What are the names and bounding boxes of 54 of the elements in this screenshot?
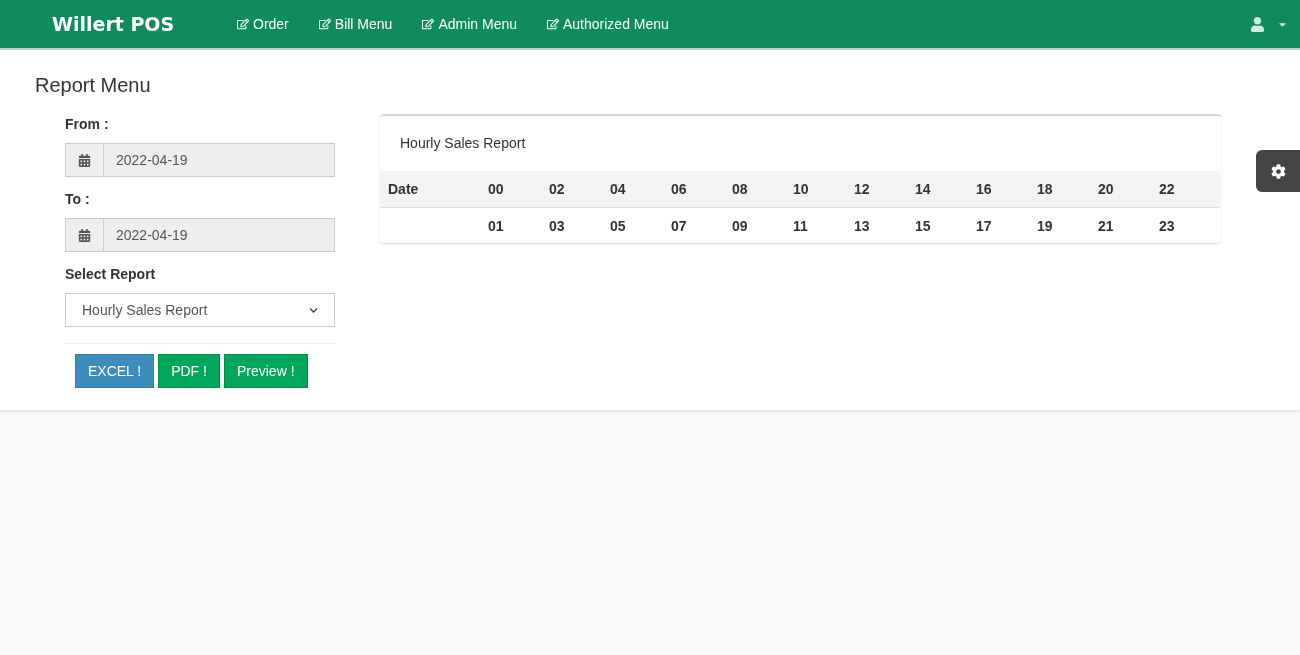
table-cell-text: 05 bbox=[610, 216, 627, 236]
page-title: Report Menu bbox=[35, 73, 151, 98]
table-cell-text: 07 bbox=[671, 216, 688, 236]
action-button[interactable]: EXCEL ! bbox=[75, 354, 155, 388]
column-header: 00 bbox=[488, 171, 549, 208]
column-header: 04 bbox=[610, 171, 671, 208]
settings-button[interactable] bbox=[1256, 150, 1300, 192]
table-cell-text: 19 bbox=[1037, 216, 1054, 236]
field-label: Select Report bbox=[65, 265, 156, 284]
table-cell-text: 01 bbox=[488, 216, 505, 236]
column-header: 12 bbox=[854, 171, 915, 208]
table-cell-text: 21 bbox=[1098, 216, 1115, 236]
to-date: 2022-04-19 bbox=[115, 225, 189, 245]
nav-link[interactable]: Order bbox=[222, 13, 304, 35]
user-menu-button[interactable] bbox=[1250, 16, 1288, 32]
column-header: 22 bbox=[1159, 171, 1220, 208]
column-header: 06 bbox=[671, 171, 732, 208]
settings-icon bbox=[1270, 163, 1286, 179]
column-header: 16 bbox=[976, 171, 1037, 208]
table-cell-text: 17 bbox=[976, 216, 993, 236]
column-header: 18 bbox=[1037, 171, 1098, 208]
user-icon bbox=[1250, 16, 1265, 32]
card-title: Hourly Sales Report bbox=[399, 134, 527, 153]
calendar-icon bbox=[78, 153, 91, 167]
report-select[interactable]: Hourly Sales Report bbox=[65, 293, 335, 327]
from-date: 2022-04-19 bbox=[115, 150, 189, 170]
column-header: Date bbox=[380, 171, 488, 208]
brand-logo[interactable]: Willert POS bbox=[52, 9, 202, 39]
calendar-icon bbox=[78, 228, 91, 242]
nav-link[interactable]: Bill Menu bbox=[303, 13, 408, 35]
column-header: 10 bbox=[793, 171, 854, 208]
table-cell-text: 03 bbox=[549, 216, 566, 236]
table-cell-text: 11 bbox=[793, 216, 809, 236]
date-field[interactable]: 2022-04-19 bbox=[65, 143, 335, 177]
column-header: 08 bbox=[732, 171, 793, 208]
table-cell-text: 15 bbox=[915, 216, 932, 236]
nav-link[interactable]: Authorized Menu bbox=[532, 13, 684, 35]
column-header: 14 bbox=[915, 171, 976, 208]
action-button[interactable]: Preview ! bbox=[223, 354, 308, 388]
field-label: From : bbox=[65, 115, 109, 134]
column-header: 20 bbox=[1098, 171, 1159, 208]
table-cell-text: 09 bbox=[732, 216, 749, 236]
edit-icon bbox=[547, 18, 559, 30]
field-label: To : bbox=[65, 190, 90, 209]
edit-icon bbox=[422, 18, 435, 30]
table-cell-text: 23 bbox=[1159, 216, 1176, 236]
date-field[interactable]: 2022-04-19 bbox=[65, 218, 335, 252]
action-button[interactable]: PDF ! bbox=[158, 354, 220, 388]
table-cell-text: 13 bbox=[854, 216, 871, 236]
edit-icon bbox=[237, 18, 249, 30]
nav-link[interactable]: Admin Menu bbox=[407, 13, 532, 35]
edit-icon bbox=[318, 18, 331, 30]
column-header: 02 bbox=[549, 171, 610, 208]
chevron-icon bbox=[309, 305, 318, 315]
